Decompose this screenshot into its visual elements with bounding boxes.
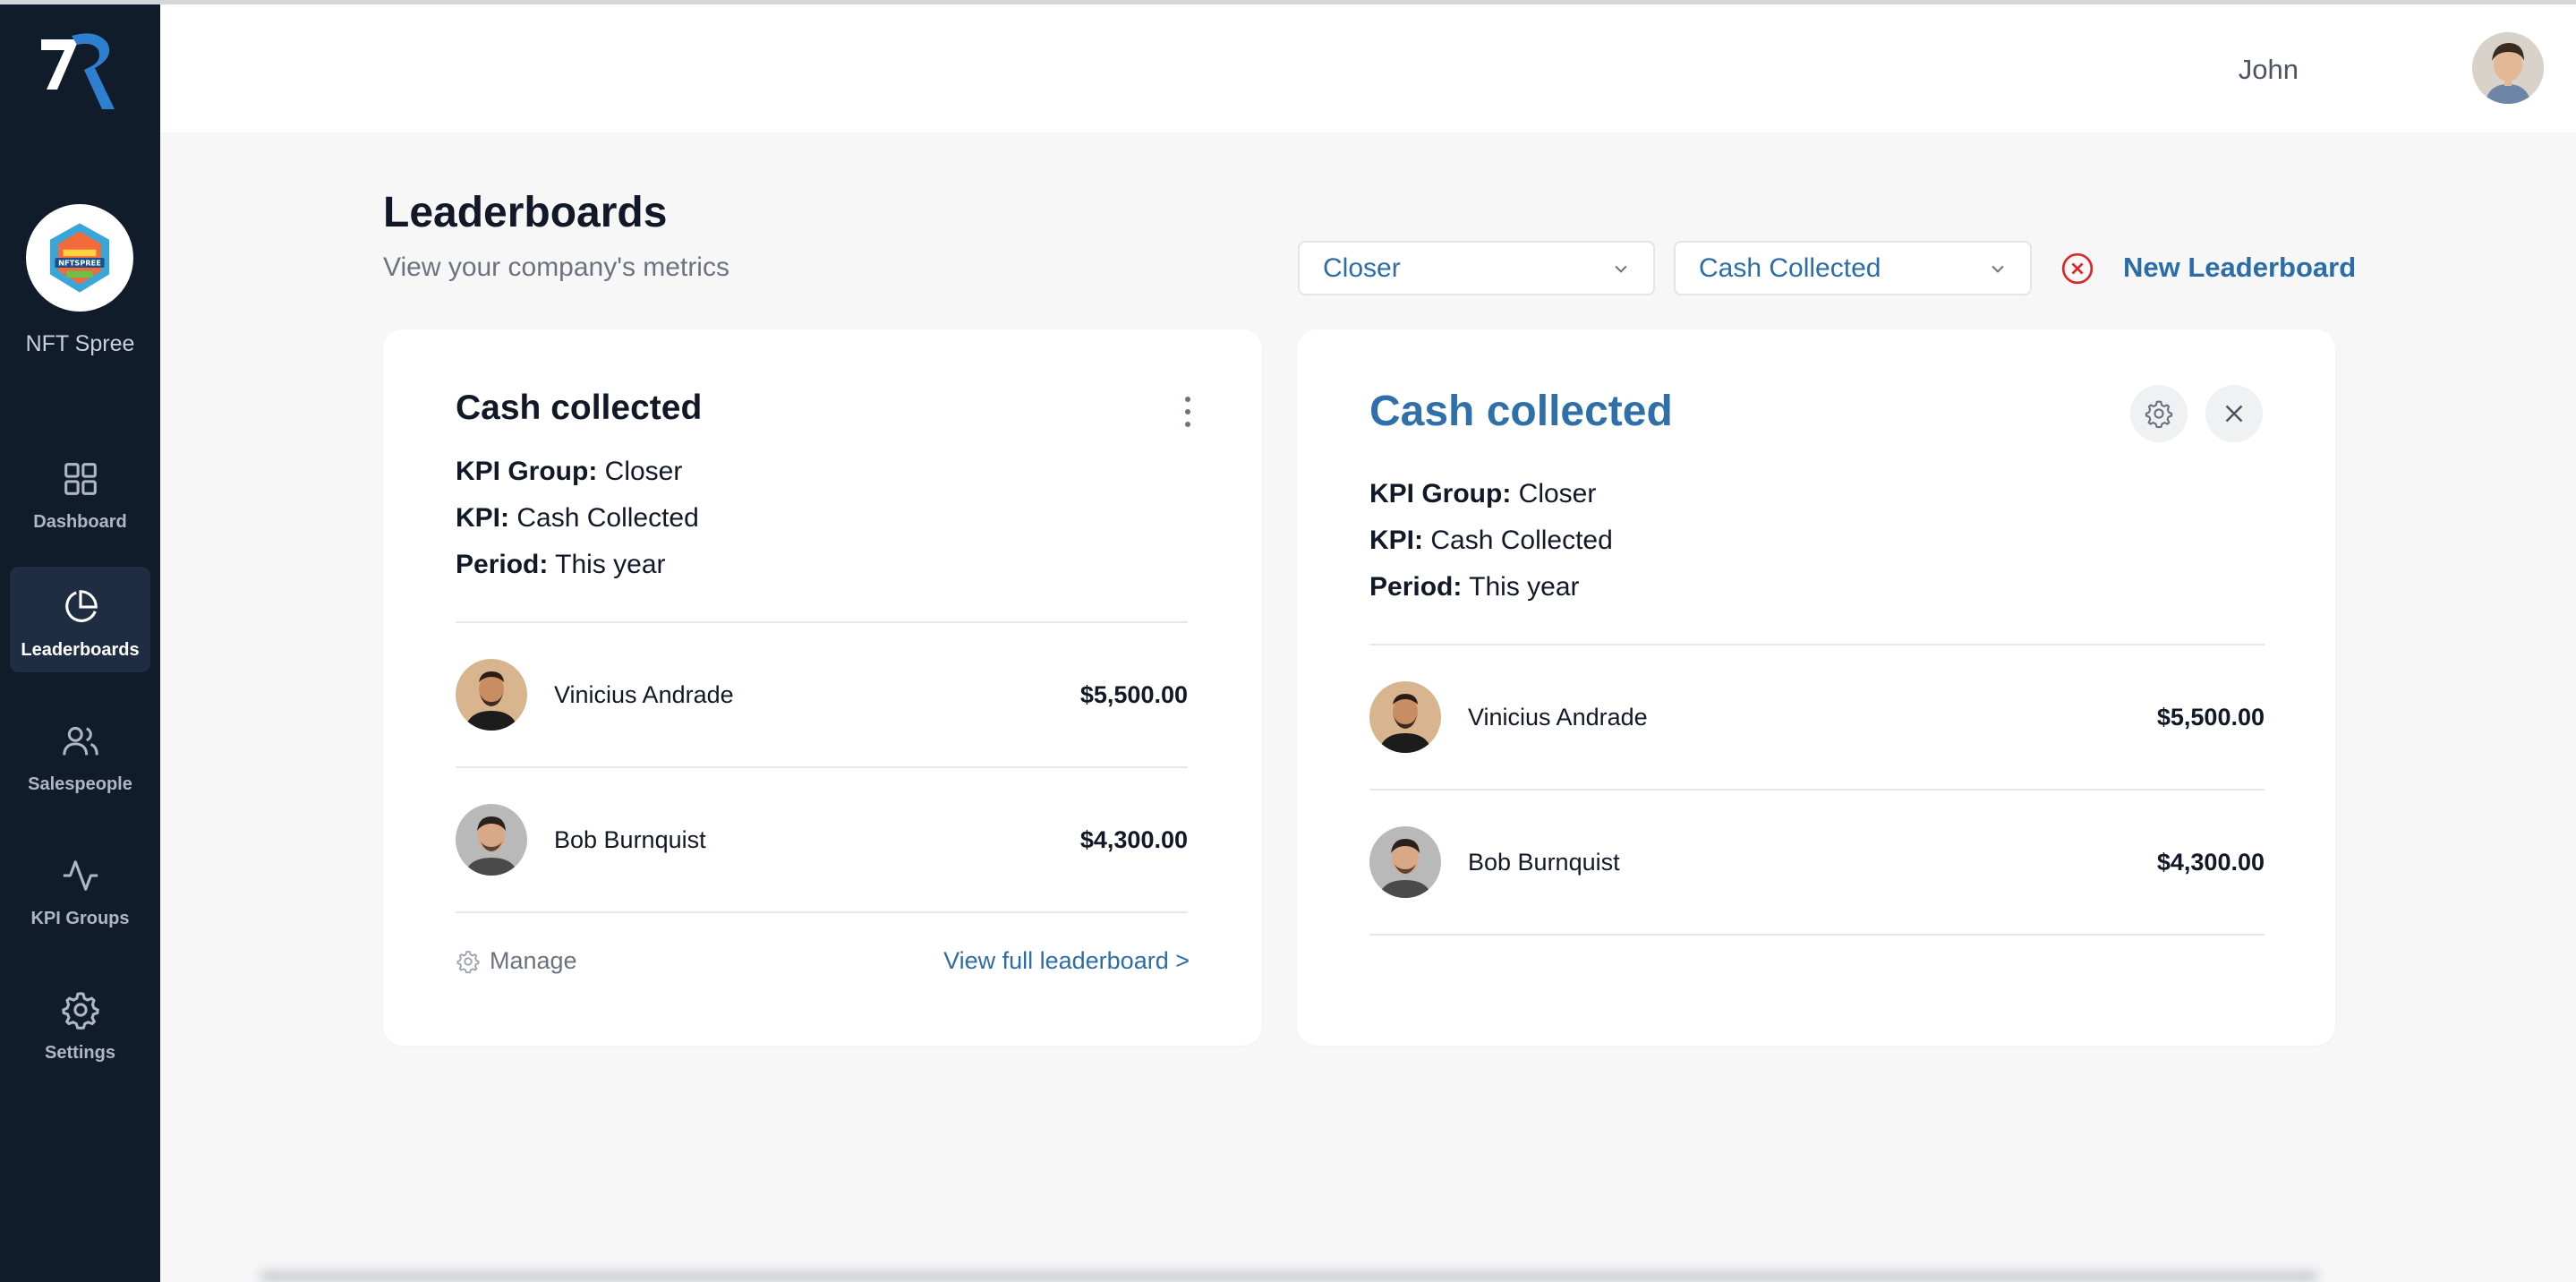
divider	[1369, 789, 2265, 791]
divider	[456, 766, 1188, 768]
gear-icon	[61, 992, 99, 1030]
period-label: Period:	[1369, 572, 1463, 602]
period-meta: Period: This year	[1369, 572, 1580, 603]
chevron-down-icon	[1615, 265, 1627, 273]
company-logo-text: NFTSPREE	[58, 258, 101, 267]
settings-button[interactable]	[2130, 385, 2188, 442]
sidebar-item-label: KPI Groups	[30, 909, 130, 928]
gear-icon	[456, 950, 480, 973]
grid-icon	[64, 463, 97, 495]
salesperson-name: Vinicius Andrade	[1468, 703, 1648, 731]
activity-icon	[63, 860, 98, 891]
page-title: Leaderboards	[383, 189, 668, 236]
view-full-leaderboard-link[interactable]: View full leaderboard >	[943, 947, 1190, 975]
card-title: Cash collected	[456, 389, 703, 427]
period-label: Period:	[456, 550, 549, 579]
users-icon	[62, 726, 98, 756]
divider	[1369, 644, 2265, 645]
kpi-group-select[interactable]: Closer	[1298, 241, 1655, 295]
sidebar-item-leaderboards[interactable]: Leaderboards	[10, 567, 150, 672]
avatar	[1369, 826, 1441, 898]
leaderboard-card: Cash collected KPI Group: Closer KPI: Ca…	[383, 329, 1262, 1046]
kpi-meta: KPI: Cash Collected	[456, 503, 699, 534]
window-top-border	[0, 0, 2576, 4]
card-title: Cash collected	[1369, 388, 1673, 435]
leaderboard-row[interactable]: Bob Burnquist $4,300.00	[456, 804, 1188, 876]
sidebar-item-dashboard[interactable]: Dashboard	[10, 439, 150, 544]
sidebar-item-label: Dashboard	[33, 512, 127, 532]
sidebar-item-label: Leaderboards	[21, 640, 140, 660]
kpi-value: Cash Collected	[1430, 526, 1613, 555]
salesperson-name: Bob Burnquist	[554, 825, 706, 853]
kpi-value: Cash Collected	[516, 503, 699, 533]
kpi-label: KPI:	[456, 503, 509, 533]
kpi-group-select-value: Closer	[1323, 252, 1401, 283]
leaderboard-row[interactable]: Vinicius Andrade $5,500.00	[456, 659, 1188, 731]
amount-value: $5,500.00	[2156, 703, 2265, 731]
gear-icon	[2145, 400, 2173, 429]
kpi-meta: KPI: Cash Collected	[1369, 526, 1613, 556]
chevron-down-icon	[1992, 265, 2004, 273]
more-options-icon[interactable]	[1174, 394, 1201, 430]
app-logo[interactable]	[38, 27, 118, 116]
close-icon	[2225, 405, 2243, 423]
new-leaderboard-button[interactable]: New Leaderboard	[2123, 252, 2356, 284]
amount-value: $4,300.00	[1079, 825, 1188, 853]
sidebar-item-settings[interactable]: Settings	[10, 970, 150, 1075]
avatar	[456, 804, 527, 876]
top-header: John	[160, 4, 2576, 132]
clear-filters-icon[interactable]	[2060, 252, 2094, 286]
manage-label: Manage	[490, 947, 577, 974]
kpi-group-meta: KPI Group: Closer	[1369, 479, 1596, 509]
user-avatar[interactable]	[2472, 32, 2544, 104]
kpi-select[interactable]: Cash Collected	[1674, 241, 2032, 295]
amount-value: $5,500.00	[1079, 680, 1188, 708]
kpi-group-label: KPI Group:	[1369, 479, 1512, 509]
avatar	[1369, 681, 1441, 753]
period-value: This year	[1469, 572, 1580, 602]
kpi-group-meta: KPI Group: Closer	[456, 457, 682, 487]
user-name[interactable]: John	[2239, 54, 2299, 86]
company-name: NFT Spree	[25, 331, 135, 356]
company-avatar[interactable]: NFTSPREE	[26, 204, 133, 312]
kpi-label: KPI:	[1369, 526, 1423, 555]
kpi-group-label: KPI Group:	[456, 457, 598, 486]
salesperson-name: Vinicius Andrade	[554, 680, 734, 708]
kpi-group-value: Closer	[1518, 479, 1597, 509]
manage-button[interactable]: Manage	[456, 947, 577, 975]
sidebar-item-label: Settings	[45, 1043, 115, 1063]
divider	[1369, 934, 2265, 936]
leaderboard-row[interactable]: Bob Burnquist $4,300.00	[1369, 826, 2265, 898]
sidebar-item-salespeople[interactable]: Salespeople	[10, 701, 150, 807]
close-button[interactable]	[2205, 385, 2263, 442]
period-meta: Period: This year	[456, 550, 666, 580]
salesperson-name: Bob Burnquist	[1468, 848, 1620, 876]
leaderboard-row[interactable]: Vinicius Andrade $5,500.00	[1369, 681, 2265, 753]
avatar	[456, 659, 527, 731]
period-value: This year	[555, 550, 666, 579]
kpi-select-value: Cash Collected	[1699, 252, 1881, 283]
leaderboard-detail-card: Cash collected KPI Group: Closer KPI: Ca…	[1297, 329, 2335, 1046]
divider	[456, 621, 1188, 623]
page-subtitle: View your company's metrics	[383, 252, 729, 282]
sidebar: NFTSPREE NFT Spree Dashboard Leaderboard…	[0, 0, 160, 1282]
pie-chart-icon	[64, 590, 98, 622]
sidebar-item-label: Salespeople	[28, 774, 132, 794]
divider	[456, 911, 1188, 913]
amount-value: $4,300.00	[2156, 848, 2265, 876]
kpi-group-value: Closer	[604, 457, 683, 486]
bottom-panel-shadow	[260, 1271, 2318, 1282]
sidebar-item-kpi-groups[interactable]: KPI Groups	[10, 835, 150, 941]
